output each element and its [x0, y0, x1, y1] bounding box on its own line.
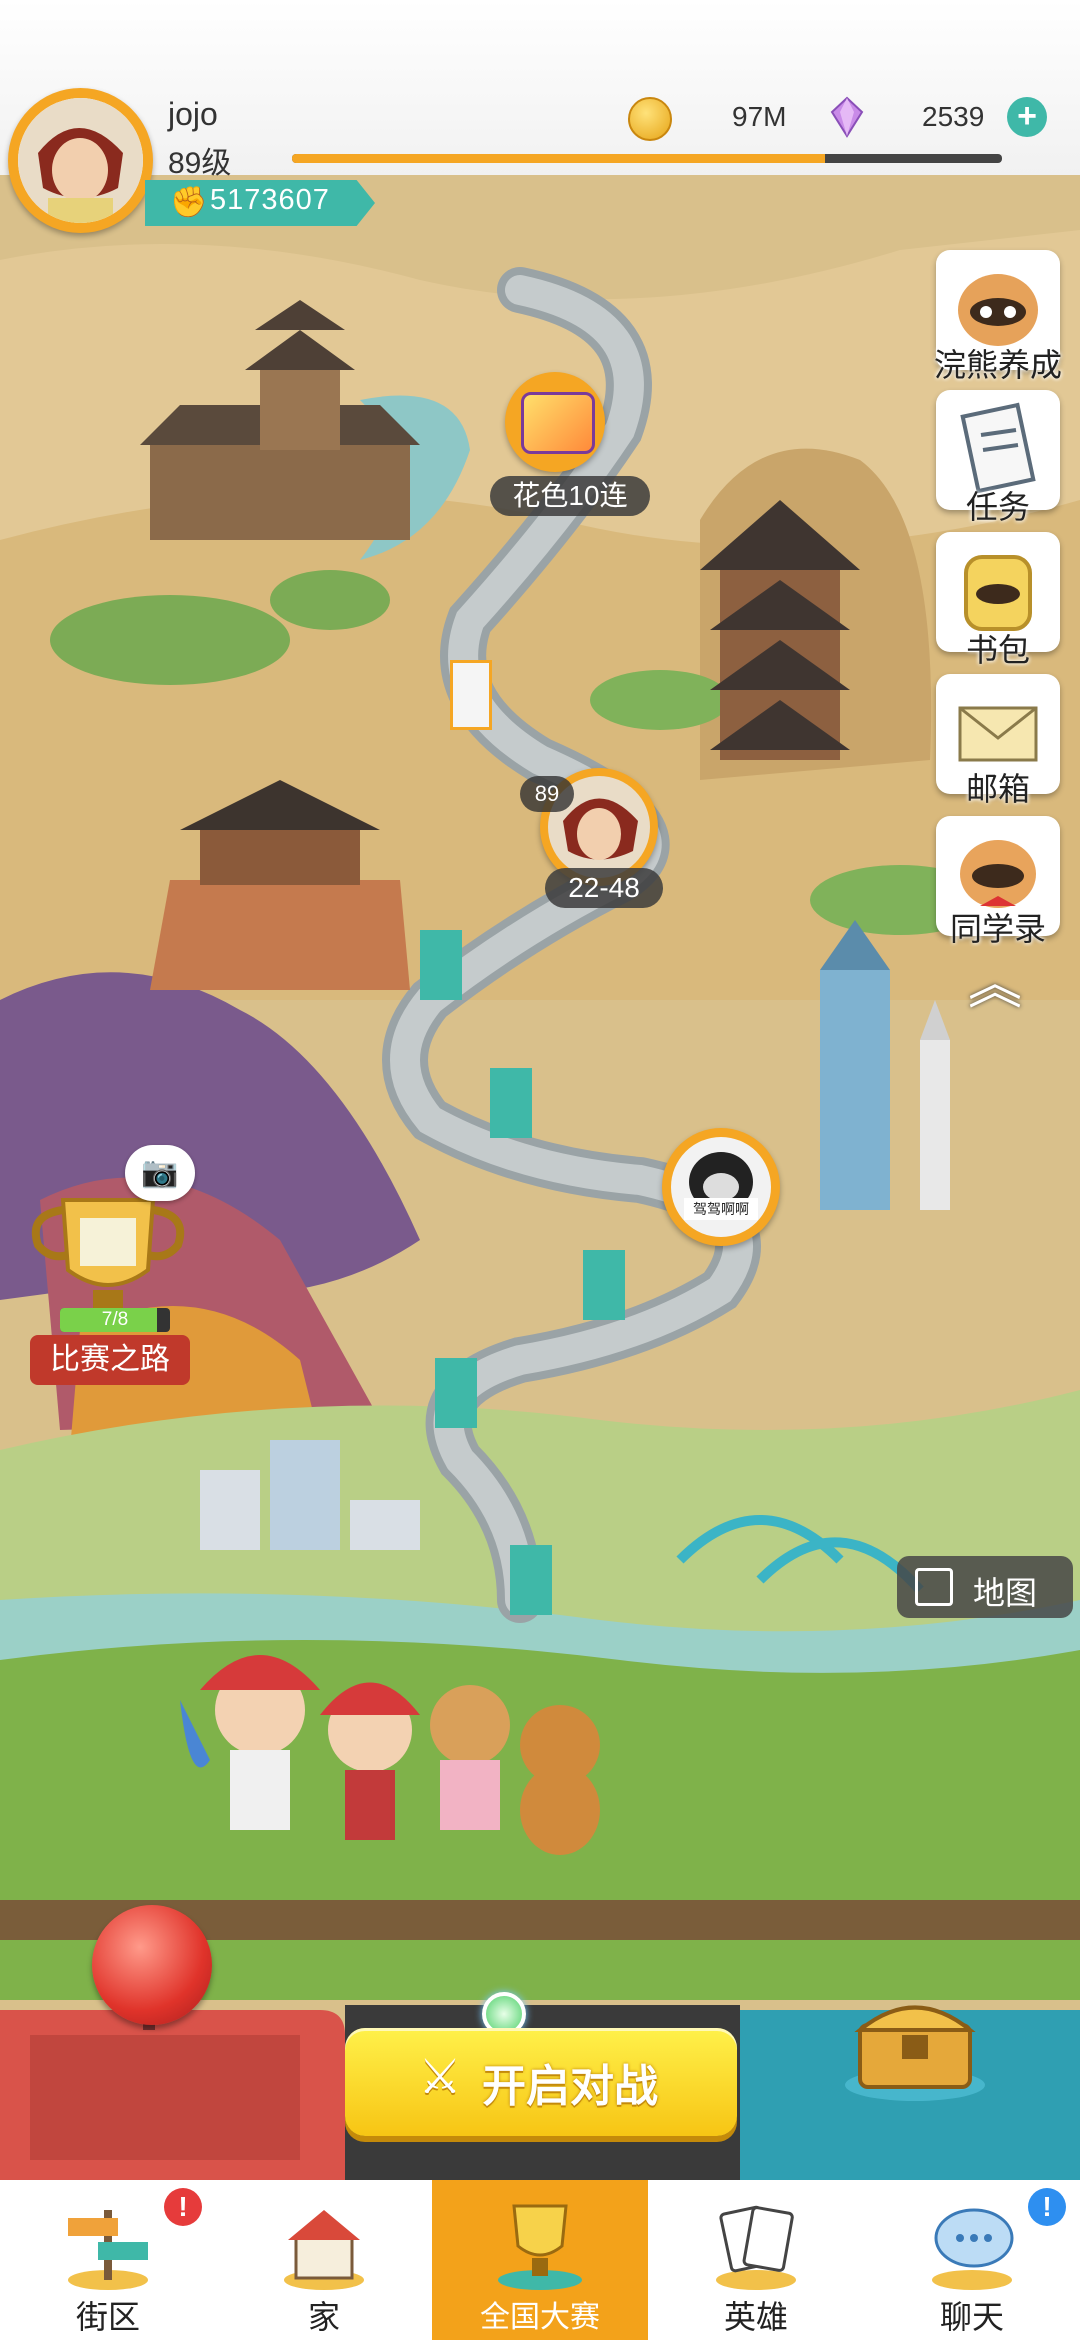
tab-home-label: 家: [307, 2299, 340, 2335]
coin-balance: 97M: [732, 101, 787, 132]
tab-national-tournament-label: 全国大赛: [480, 2301, 600, 2334]
chat-bubble-icon: [932, 2208, 1014, 2290]
start-battle-label: 开启对战: [482, 2062, 658, 2111]
player-level-badge: 89: [520, 776, 574, 812]
competition-road-trophy[interactable]: [18, 1190, 198, 1320]
trophy-road-label: 比赛之路: [30, 1335, 190, 1385]
stage-flag[interactable]: [490, 1068, 532, 1138]
stage-flag[interactable]: [435, 1358, 477, 1428]
avatar-portrait: [18, 98, 143, 223]
top-status-bar: [0, 0, 1080, 175]
reward-chest-marker[interactable]: [505, 372, 605, 472]
mailbox-label: 邮箱: [965, 771, 1030, 807]
stage-flag-cleared[interactable]: [450, 660, 492, 730]
map-icon: [915, 1568, 953, 1606]
opponent-marker[interactable]: 驾驾啊啊: [662, 1128, 780, 1246]
opponent-tag: 驾驾啊啊: [684, 1198, 758, 1220]
stage-flag[interactable]: [510, 1545, 552, 1615]
map-button-label: 地图: [973, 1575, 1038, 1611]
stage-flag[interactable]: [583, 1250, 625, 1320]
classmates-label: 同学录: [949, 911, 1046, 947]
hero-cards-icon: [716, 2205, 796, 2290]
opponent-avatar: [671, 1137, 771, 1237]
player-stage-label: 22-48: [545, 868, 663, 908]
reward-label: 花色10连: [490, 476, 650, 516]
fist-icon: ✊: [170, 186, 208, 219]
tab-chat-label: 聊天: [939, 2299, 1004, 2335]
tasks-label: 任务: [965, 489, 1030, 525]
gem-icon: [830, 96, 864, 138]
add-gems-button[interactable]: +: [1007, 97, 1047, 137]
xp-progress-fill: [292, 154, 825, 163]
tab-heroes-label: 英雄: [723, 2299, 788, 2335]
xp-progress-bar: [292, 154, 1002, 163]
map-button[interactable]: 地图: [897, 1556, 1073, 1618]
signpost-icon: [68, 2210, 148, 2290]
backpack-label: 书包: [965, 632, 1030, 668]
district-alert-badge: !: [164, 2188, 202, 2226]
tab-district-label: 街区: [75, 2299, 140, 2335]
gem-balance: 2539: [922, 101, 985, 132]
house-icon: [284, 2210, 364, 2290]
trophy-progress-text: 7/8: [101, 1309, 129, 1330]
player-level: 89级: [168, 147, 232, 180]
treasure-chest-icon: [845, 2005, 985, 2101]
trophy-icon: [31, 1198, 185, 1312]
trophy-cup-icon: [498, 2204, 582, 2290]
camera-bubble-icon: 📷: [125, 1145, 195, 1201]
chat-alert-badge: !: [1028, 2188, 1066, 2226]
collapse-chevron-icon[interactable]: ︽: [960, 955, 1030, 1015]
crossed-swords-icon: ⚔: [418, 2051, 462, 2104]
treasure-chest-button[interactable]: [840, 1975, 990, 2105]
coin-icon: [628, 97, 672, 141]
player-avatar[interactable]: [8, 88, 153, 233]
stage-flag[interactable]: [420, 930, 462, 1000]
player-name: jojo: [168, 96, 218, 132]
joystick-icon: [92, 1905, 212, 2025]
combat-power-value: 5173607: [210, 184, 330, 216]
card-pack-icon: [521, 392, 595, 454]
raccoon-training-label: 浣熊养成: [933, 347, 1062, 383]
